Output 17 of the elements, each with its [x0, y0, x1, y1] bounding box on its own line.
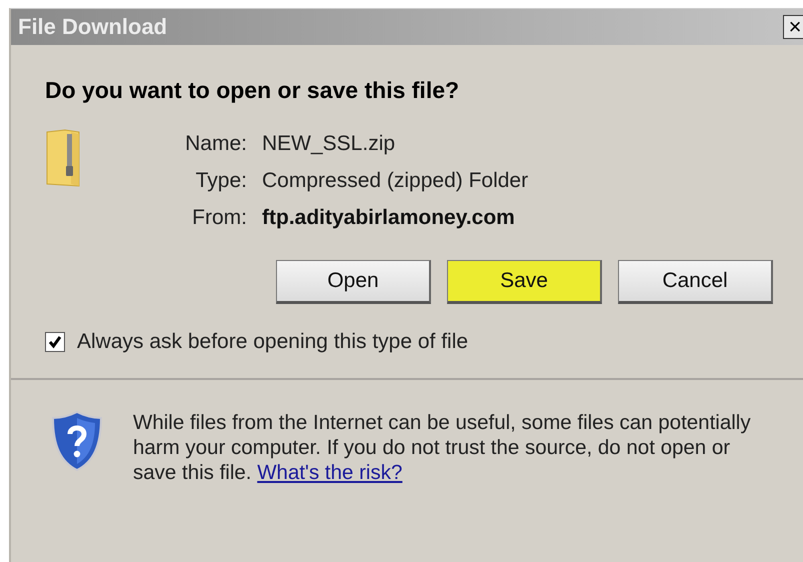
dialog-button[interactable]: Cancel [618, 260, 773, 304]
dialog-heading: Do you want to open or save this file? [45, 77, 460, 104]
field-label: From: [191, 206, 247, 230]
close-button[interactable]: × [783, 15, 803, 39]
checkbox-label: Always ask before opening this type of file [77, 330, 468, 354]
dialog-button[interactable]: Open [276, 260, 431, 304]
field-label: Name: [184, 132, 247, 156]
risk-link[interactable]: What's the risk? [257, 461, 402, 484]
field-value: Compressed (zipped) Folder [262, 169, 528, 193]
checkbox[interactable] [45, 332, 65, 352]
field-value: NEW_SSL.zip [262, 132, 396, 156]
field-value: ftp.adityabirlamoney.com [262, 206, 516, 230]
field-label: Type: [194, 169, 247, 193]
dialog-button[interactable]: Save [447, 260, 602, 304]
shield-question-icon [51, 410, 103, 472]
window-title: File Download [18, 14, 168, 40]
warning-text: While files from the Internet can be useful, some files can potentially harm your computer. If you do not trust the source, do not open or save this file. What's the risk? [133, 410, 752, 485]
